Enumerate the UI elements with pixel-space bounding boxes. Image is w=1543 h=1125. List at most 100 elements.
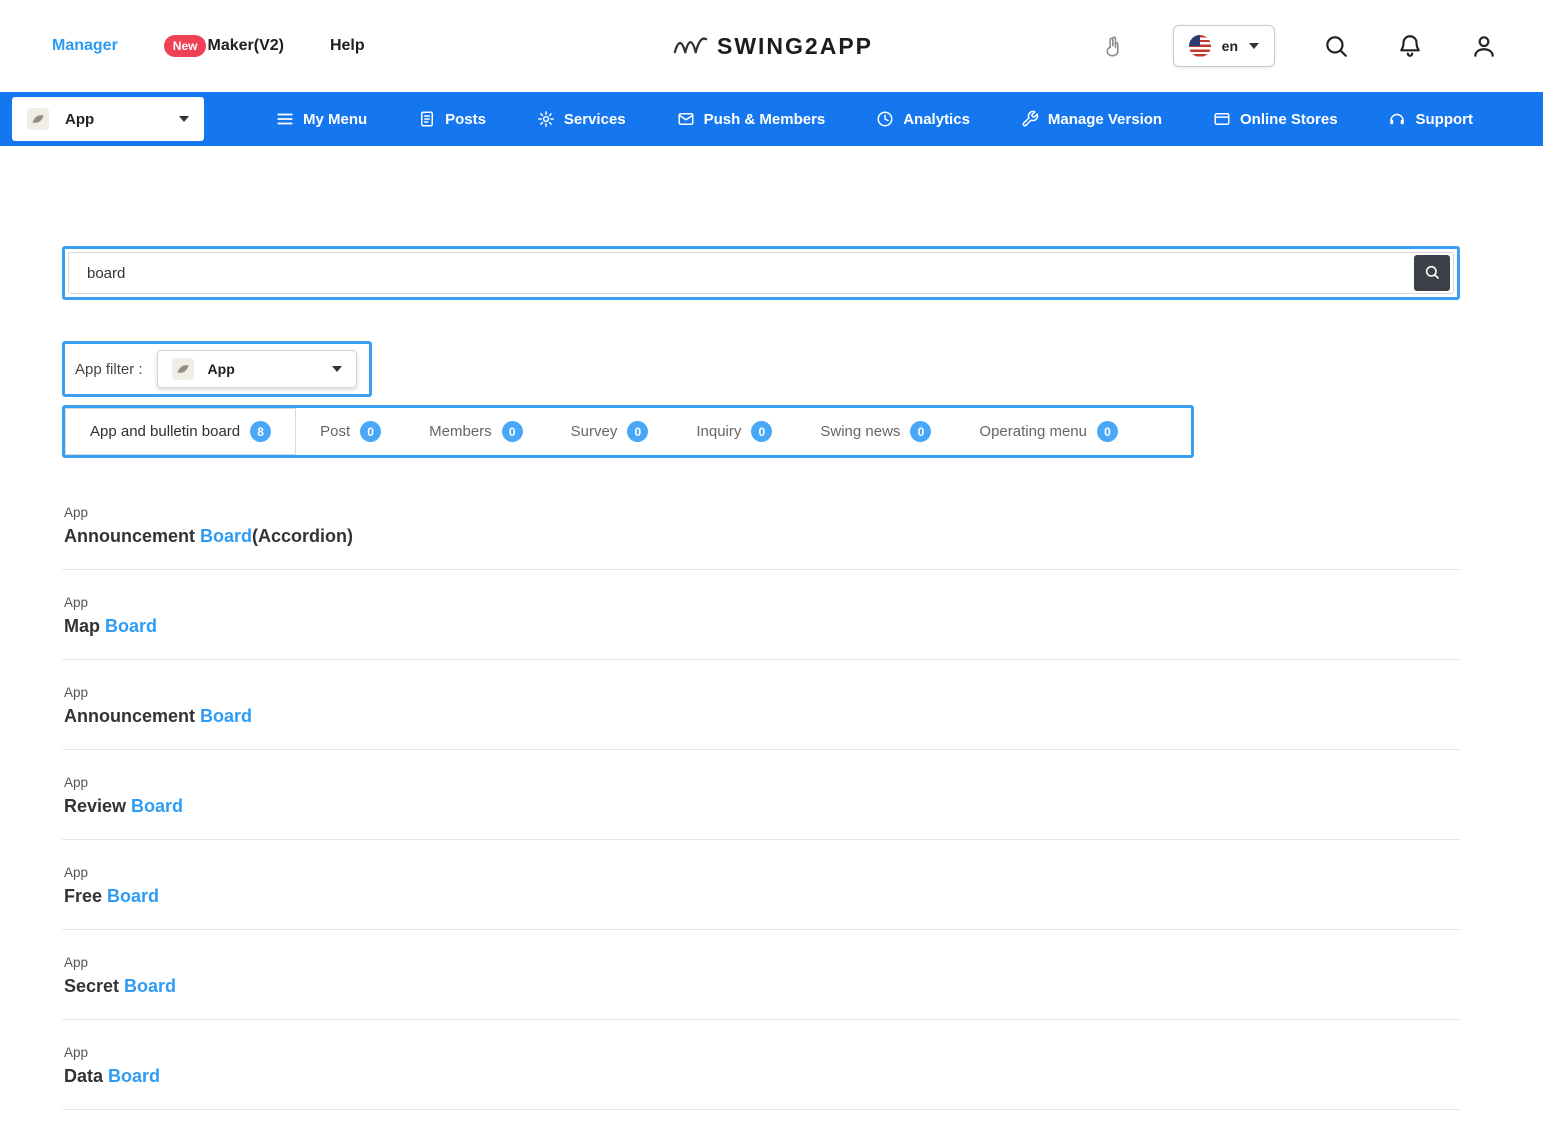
result-title-highlight: Board [105,616,157,636]
search-icon[interactable] [1323,33,1349,59]
search-icon [1424,264,1440,283]
result-title-highlight: Board [200,706,252,726]
result-title[interactable]: Secret Board [64,976,1458,997]
us-flag-icon [1189,35,1211,57]
nav-item-label: Push & Members [704,111,826,128]
manager-link[interactable]: Manager [52,37,118,55]
result-title-prefix: Announcement [64,706,200,726]
result-category: App [64,685,1458,700]
app-filter-dropdown[interactable]: App [157,350,357,388]
result-title[interactable]: Map Board [64,616,1458,637]
main-content: App filter : App App and bulletin board … [62,246,1460,1110]
search-button[interactable] [1414,255,1450,291]
app-thumbnail-icon [27,108,49,130]
nav-item-services[interactable]: Services [537,110,626,128]
top-header: Manager New Maker(V2) Help SWING2APP [0,0,1543,92]
search-results-list: App Announcement Board(Accordion) App Ma… [62,480,1460,1110]
result-category: App [64,595,1458,610]
page: Manager New Maker(V2) Help SWING2APP [0,0,1543,1125]
result-title[interactable]: Review Board [64,796,1458,817]
app-thumbnail-icon [172,358,194,380]
nav-item-manage-version[interactable]: Manage Version [1021,110,1162,128]
menu-icon [276,110,294,128]
tab-label: Members [429,423,492,440]
result-title-prefix: Announcement [64,526,200,546]
result-category: App [64,865,1458,880]
tab-post[interactable]: Post 0 [296,408,405,455]
search-result[interactable]: App Map Board [62,570,1460,660]
result-category: App [64,955,1458,970]
maker-label: Maker(V2) [207,37,283,55]
chevron-down-icon [1249,43,1259,49]
chevron-down-icon [179,116,189,122]
result-category: App [64,1045,1458,1060]
language-label: en [1222,38,1238,54]
search-result[interactable]: App Data Board [62,1020,1460,1110]
tab-count-badge: 8 [250,421,271,442]
profile-icon[interactable] [1471,33,1497,59]
app-selector-label: App [65,111,171,128]
app-selector-dropdown[interactable]: App [12,97,204,141]
result-title-highlight: Board [131,796,183,816]
header-right-actions: en [1102,25,1497,67]
tab-swing-news[interactable]: Swing news 0 [796,408,955,455]
result-title-highlight: Board [107,886,159,906]
search-input[interactable] [69,265,1414,282]
result-title[interactable]: Announcement Board [64,706,1458,727]
maker-v2-link[interactable]: New Maker(V2) [164,35,284,57]
store-icon [1213,110,1231,128]
result-title[interactable]: Data Board [64,1066,1458,1087]
clock-icon [876,110,894,128]
search-highlight-box [62,246,1460,300]
nav-item-label: Online Stores [1240,111,1338,128]
nav-items: My Menu Posts Services Push & Members [276,110,1473,128]
language-selector[interactable]: en [1173,25,1275,67]
result-title[interactable]: Free Board [64,886,1458,907]
tab-count-badge: 0 [910,421,931,442]
nav-item-posts[interactable]: Posts [418,110,486,128]
search-result[interactable]: App Announcement Board [62,660,1460,750]
tab-label: Post [320,423,350,440]
tab-count-badge: 0 [751,421,772,442]
tab-label: App and bulletin board [90,423,240,440]
result-title-prefix: Secret [64,976,124,996]
logo-swirl-icon [670,30,710,62]
document-icon [418,110,436,128]
tab-inquiry[interactable]: Inquiry 0 [672,408,796,455]
app-filter-highlight-box: App filter : App [62,341,372,397]
nav-item-my-menu[interactable]: My Menu [276,110,367,128]
nav-item-support[interactable]: Support [1388,110,1473,128]
nav-item-online-stores[interactable]: Online Stores [1213,110,1338,128]
tab-operating-menu[interactable]: Operating menu 0 [955,408,1142,455]
victory-hand-icon[interactable] [1102,35,1125,58]
gear-icon [537,110,555,128]
result-title-prefix: Review [64,796,131,816]
tab-survey[interactable]: Survey 0 [547,408,673,455]
result-title-prefix: Map [64,616,105,636]
chevron-down-icon [332,366,342,372]
result-title[interactable]: Announcement Board(Accordion) [64,526,1458,547]
help-link[interactable]: Help [330,37,365,55]
search-result[interactable]: App Review Board [62,750,1460,840]
bell-icon[interactable] [1397,33,1423,59]
tab-members[interactable]: Members 0 [405,408,547,455]
result-category: App [64,505,1458,520]
new-badge: New [164,35,207,57]
tab-label: Swing news [820,423,900,440]
logo-text: SWING2APP [717,33,873,60]
nav-item-analytics[interactable]: Analytics [876,110,970,128]
tab-count-badge: 0 [1097,421,1118,442]
app-filter-label: App filter : [75,361,143,378]
nav-item-label: Services [564,111,626,128]
search-result[interactable]: App Announcement Board(Accordion) [62,480,1460,570]
tab-count-badge: 0 [502,421,523,442]
nav-item-push-members[interactable]: Push & Members [677,110,826,128]
search-result[interactable]: App Free Board [62,840,1460,930]
search-result[interactable]: App Secret Board [62,930,1460,1020]
tab-app-and-bulletin-board[interactable]: App and bulletin board 8 [65,408,296,455]
nav-item-label: Manage Version [1048,111,1162,128]
app-filter-value: App [208,361,324,377]
nav-item-label: Support [1415,111,1473,128]
tab-count-badge: 0 [360,421,381,442]
swing2app-logo[interactable]: SWING2APP [670,30,873,62]
